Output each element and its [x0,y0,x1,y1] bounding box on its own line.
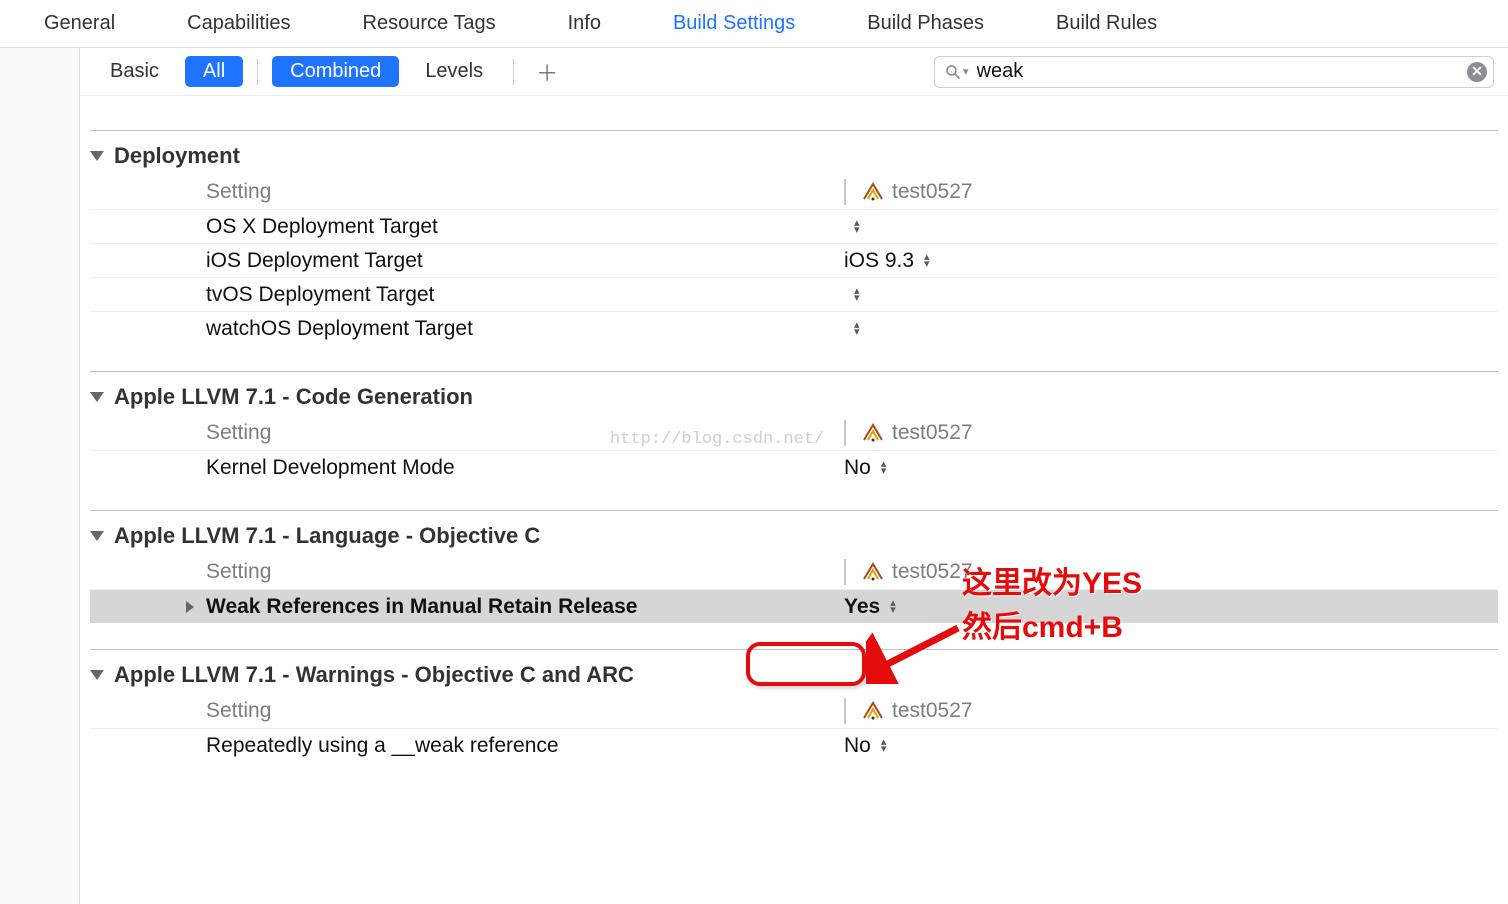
build-settings-panel: Basic All Combined Levels ＋ ▾ ✕ [80,48,1508,904]
group-title: Apple LLVM 7.1 - Language - Objective C [114,523,540,549]
app-target-icon [862,561,884,583]
column-headers: Setting test0527 [90,175,1498,209]
settings-group: Apple LLVM 7.1 - Code Generation Setting t… [90,371,1498,484]
setting-value[interactable]: ▴▾ [844,288,860,302]
tab-build-settings[interactable]: Build Settings [637,2,831,45]
target-name: test0527 [892,421,973,445]
search-icon [945,64,961,80]
column-divider [844,420,846,446]
app-target-icon [862,700,884,722]
app-target-icon [862,422,884,444]
disclosure-triangle-icon[interactable] [90,670,104,680]
expand-setting-icon[interactable] [186,601,194,613]
column-setting-label: Setting [206,421,844,445]
setting-row[interactable]: tvOS Deployment Target ▴▾ [90,277,1498,311]
disclosure-triangle-icon[interactable] [90,531,104,541]
value-stepper-icon[interactable]: ▴▾ [881,739,887,753]
clear-search-icon[interactable]: ✕ [1467,62,1487,82]
setting-name: watchOS Deployment Target [206,317,844,341]
setting-value[interactable]: ▴▾ [844,322,860,336]
filter-separator-2 [513,59,514,85]
app-target-icon [862,181,884,203]
add-setting-icon[interactable]: ＋ [528,56,566,88]
project-tabs: General Capabilities Resource Tags Info … [0,0,1508,48]
column-divider [844,698,846,724]
setting-name: Repeatedly using a __weak reference [206,734,844,758]
tab-general[interactable]: General [8,2,151,45]
group-title: Deployment [114,143,240,169]
setting-name: OS X Deployment Target [206,215,844,239]
group-header[interactable]: Apple LLVM 7.1 - Code Generation [90,382,1498,416]
setting-name: Kernel Development Mode [206,456,844,480]
column-headers: Setting test0527 [90,555,1498,589]
column-setting-label: Setting [206,560,844,584]
filter-all[interactable]: All [185,56,243,87]
filter-row: Basic All Combined Levels ＋ ▾ ✕ [80,48,1508,96]
setting-name: iOS Deployment Target [206,249,844,273]
setting-row[interactable]: OS X Deployment Target ▴▾ [90,209,1498,243]
setting-value[interactable]: ▴▾ [844,220,860,234]
column-divider [844,559,846,585]
settings-group: Deployment Setting test0527 OS X Deployment… [90,130,1498,345]
setting-row[interactable]: iOS Deployment TargetiOS 9.3▴▾ [90,243,1498,277]
disclosure-triangle-icon[interactable] [90,392,104,402]
tab-build-rules[interactable]: Build Rules [1020,2,1193,45]
settings-group: Apple LLVM 7.1 - Language - Objective C S… [90,510,1498,623]
setting-value[interactable]: iOS 9.3▴▾ [844,249,930,273]
value-stepper-icon[interactable]: ▴▾ [924,254,930,268]
setting-value[interactable]: No▴▾ [844,734,886,758]
search-scope-caret-icon[interactable]: ▾ [963,65,969,78]
value-stepper-icon[interactable]: ▴▾ [854,220,860,234]
setting-row[interactable]: Repeatedly using a __weak referenceNo▴▾ [90,728,1498,762]
setting-name: tvOS Deployment Target [206,283,844,307]
target-name: test0527 [892,180,973,204]
group-title: Apple LLVM 7.1 - Warnings - Objective C … [114,662,634,688]
value-stepper-icon[interactable]: ▴▾ [854,322,860,336]
setting-row[interactable]: watchOS Deployment Target ▴▾ [90,311,1498,345]
setting-name: Weak References in Manual Retain Release [206,595,844,619]
left-sidebar [0,48,80,904]
value-stepper-icon[interactable]: ▴▾ [881,461,887,475]
tab-info[interactable]: Info [532,2,637,45]
setting-row[interactable]: Weak References in Manual Retain Release… [90,589,1498,623]
target-name: test0527 [892,560,973,584]
setting-row[interactable]: Kernel Development ModeNo▴▾ [90,450,1498,484]
target-name: test0527 [892,699,973,723]
search-input[interactable] [977,60,1467,83]
filter-basic[interactable]: Basic [94,56,175,87]
group-header[interactable]: Apple LLVM 7.1 - Warnings - Objective C … [90,660,1498,694]
setting-value[interactable]: No▴▾ [844,456,886,480]
group-header[interactable]: Apple LLVM 7.1 - Language - Objective C [90,521,1498,555]
column-headers: Setting test0527 [90,694,1498,728]
value-stepper-icon[interactable]: ▴▾ [890,600,896,614]
setting-value[interactable]: Yes▴▾ [844,595,896,619]
column-setting-label: Setting [206,699,844,723]
group-header[interactable]: Deployment [90,141,1498,175]
tab-resource-tags[interactable]: Resource Tags [327,2,532,45]
column-divider [844,179,846,205]
filter-combined[interactable]: Combined [272,56,399,87]
value-stepper-icon[interactable]: ▴▾ [854,288,860,302]
column-headers: Setting test0527 [90,416,1498,450]
filter-separator [257,59,258,85]
disclosure-triangle-icon[interactable] [90,151,104,161]
column-setting-label: Setting [206,180,844,204]
group-title: Apple LLVM 7.1 - Code Generation [114,384,473,410]
tab-build-phases[interactable]: Build Phases [831,2,1020,45]
search-box[interactable]: ▾ ✕ [934,56,1494,88]
filter-levels[interactable]: Levels [409,56,499,87]
settings-group: Apple LLVM 7.1 - Warnings - Objective C … [90,649,1498,762]
tab-capabilities[interactable]: Capabilities [151,2,326,45]
